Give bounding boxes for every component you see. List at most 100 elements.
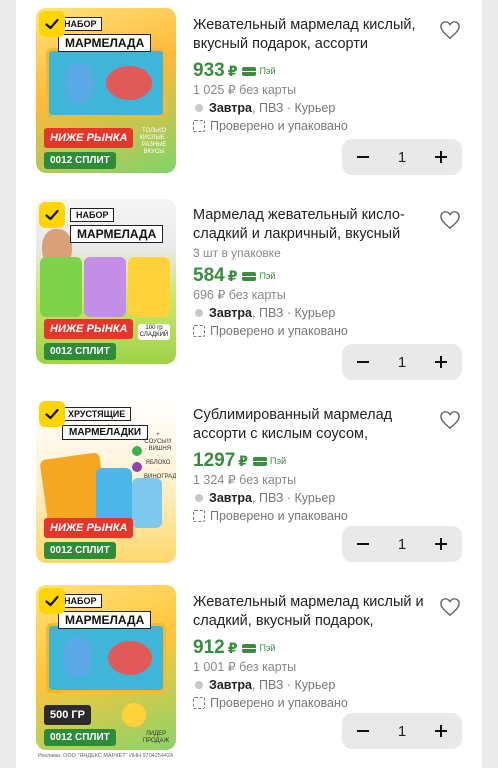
decrease-button[interactable]	[352, 351, 374, 373]
quantity-value: 1	[397, 148, 407, 166]
increase-button[interactable]	[430, 146, 452, 168]
split-badge: 0012 СПЛИТ	[44, 343, 116, 360]
checked-info: Проверено и упаковано	[193, 694, 462, 712]
heart-icon[interactable]	[439, 210, 461, 230]
quantity-stepper: 1	[342, 344, 462, 380]
decrease-button[interactable]	[352, 146, 374, 168]
poster-side: ТОЛЬКО КИСЛЫЕ · РАЗНЫЕ ВКУСЫ	[139, 128, 169, 155]
increase-button[interactable]	[430, 533, 452, 555]
item-info: Сублимированный мармелад ассорти с кислы…	[193, 406, 462, 525]
select-checkbox[interactable]	[39, 202, 65, 228]
pay-card-icon	[242, 271, 257, 281]
product-image[interactable]: НАБОР МАРМЕЛАДА ЛИДЕР ПРОДАЖ 500 ГР 0012…	[36, 585, 176, 750]
poster-ribbon: 500 ГР	[44, 705, 91, 725]
checked-info: Проверено и упаковано	[193, 117, 462, 135]
price-without-card: 1 001 ₽ без карты	[193, 660, 297, 674]
item-title[interactable]: Сублимированный мармелад ассорти с кислы…	[193, 406, 462, 444]
checked-text: Проверено и упаковано	[210, 696, 348, 710]
delivery-options: , ПВЗ · Курьер	[252, 491, 336, 505]
delivery-dot-icon	[195, 309, 203, 317]
delivery-info: Завтра , ПВЗ · Курьер	[193, 99, 462, 117]
package-check-icon	[193, 510, 205, 522]
delivery-options: , ПВЗ · Курьер	[252, 678, 336, 692]
pay-label: Пэй	[270, 456, 287, 466]
checkmark-icon	[45, 209, 59, 221]
product-image[interactable]: НАБОР МАРМЕЛАДА 100 гр СЛАДКИЙ НИЖЕ РЫНК…	[36, 199, 176, 364]
pay-card-icon	[253, 456, 268, 466]
decrease-button[interactable]	[352, 720, 374, 742]
delivery-info: Завтра , ПВЗ · Курьер	[193, 304, 462, 322]
item-title[interactable]: Жевательный мармелад кислый, вкусный под…	[193, 16, 462, 54]
poster-ribbon: НИЖЕ РЫНКА	[44, 518, 134, 538]
cart-item: НАБОР МАРМЕЛАДА ЛИДЕР ПРОДАЖ 500 ГР 0012…	[16, 580, 482, 760]
item-title[interactable]: Жевательный мармелад кислый и сладкий, в…	[193, 593, 462, 631]
poster-line1: НАБОР	[70, 208, 115, 222]
delivery-day: Завтра	[209, 678, 253, 692]
plus-icon	[435, 538, 447, 550]
price: 584	[193, 265, 225, 286]
heart-icon[interactable]	[439, 20, 461, 40]
delivery-dot-icon	[195, 104, 203, 112]
poster-side: 100 гр СЛАДКИЙ	[138, 324, 170, 340]
delivery-options: , ПВЗ · Курьер	[252, 101, 336, 115]
quantity-stepper: 1	[342, 526, 462, 562]
checked-text: Проверено и упаковано	[210, 509, 348, 523]
price: 912	[193, 637, 225, 658]
decrease-button[interactable]	[352, 533, 374, 555]
select-checkbox[interactable]	[39, 11, 65, 37]
minus-icon	[357, 543, 369, 545]
pay-label: Пэй	[259, 643, 276, 653]
currency: ₽	[238, 452, 249, 469]
quantity-value: 1	[397, 722, 407, 740]
minus-icon	[357, 156, 369, 158]
cart-item: НАБОР МАРМЕЛАДА 100 гр СЛАДКИЙ НИЖЕ РЫНК…	[16, 192, 482, 380]
product-image[interactable]: ХРУСТЯЩИЕ МАРМЕЛАДКИ + СОУСЫ!!! · ВИШНЯ …	[36, 398, 176, 563]
item-title[interactable]: Мармелад жевательный кисло-сладкий и лак…	[193, 206, 462, 244]
heart-icon[interactable]	[439, 597, 461, 617]
price-without-card: 1 025 ₽ без карты	[193, 83, 297, 97]
select-checkbox[interactable]	[39, 588, 65, 614]
checked-info: Проверено и упаковано	[193, 507, 462, 525]
heart-icon[interactable]	[439, 410, 461, 430]
delivery-options: , ПВЗ · Курьер	[252, 306, 336, 320]
split-badge: 0012 СПЛИТ	[44, 542, 116, 559]
increase-button[interactable]	[430, 351, 452, 373]
pay-card-icon	[242, 66, 257, 76]
quantity-stepper: 1	[342, 139, 462, 175]
cart-item: ХРУСТЯЩИЕ МАРМЕЛАДКИ + СОУСЫ!!! · ВИШНЯ …	[16, 392, 482, 572]
poster-ribbon: НИЖЕ РЫНКА	[44, 128, 134, 148]
minus-icon	[357, 361, 369, 363]
checked-text: Проверено и упаковано	[210, 119, 348, 133]
price: 933	[193, 60, 225, 81]
plus-icon	[435, 725, 447, 737]
pay-label: Пэй	[259, 66, 276, 76]
poster-line2: МАРМЕЛАДА	[58, 34, 152, 52]
poster-side: ЛИДЕР ПРОДАЖ	[142, 731, 170, 744]
poster-line1: ХРУСТЯЩИЕ	[62, 407, 132, 421]
poster-line2: МАРМЕЛАДА	[58, 611, 152, 629]
quantity-stepper: 1	[342, 713, 462, 749]
delivery-day: Завтра	[209, 101, 253, 115]
product-image[interactable]: НАБОР МАРМЕЛАДА ТОЛЬКО КИСЛЫЕ · РАЗНЫЕ В…	[36, 8, 176, 173]
package-check-icon	[193, 120, 205, 132]
split-badge: 0012 СПЛИТ	[44, 729, 116, 746]
checkmark-icon	[45, 595, 59, 607]
select-checkbox[interactable]	[39, 401, 65, 427]
pay-label: Пэй	[259, 271, 276, 281]
cart-list: НАБОР МАРМЕЛАДА ТОЛЬКО КИСЛЫЕ · РАЗНЫЕ В…	[16, 0, 482, 768]
delivery-day: Завтра	[209, 491, 253, 505]
poster-ribbon: НИЖЕ РЫНКА	[44, 319, 134, 339]
pay-card-icon	[242, 643, 257, 653]
currency: ₽	[227, 639, 238, 656]
checked-info: Проверено и упаковано	[193, 322, 462, 340]
minus-icon	[357, 730, 369, 732]
checkmark-icon	[45, 18, 59, 30]
delivery-dot-icon	[195, 681, 203, 689]
currency: ₽	[227, 62, 238, 79]
item-info: Жевательный мармелад кислый и сладкий, в…	[193, 593, 462, 712]
increase-button[interactable]	[430, 720, 452, 742]
package-check-icon	[193, 697, 205, 709]
pack-info: 3 шт в упаковке	[193, 246, 281, 260]
poster-side: + СОУСЫ!!! · ВИШНЯ · ЯБЛОКО · ВИНОГРАД	[144, 432, 176, 480]
package-check-icon	[193, 325, 205, 337]
